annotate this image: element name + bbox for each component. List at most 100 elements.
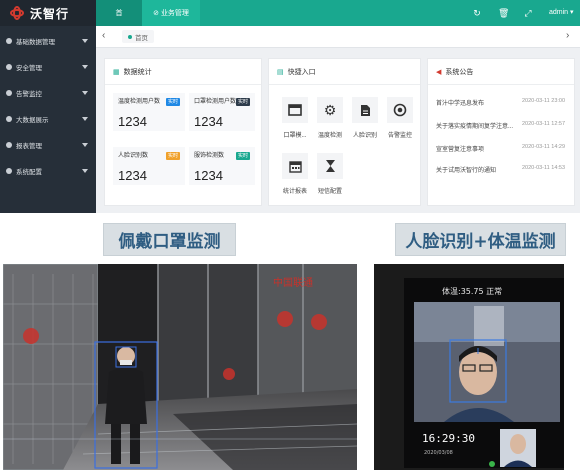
brand-name: 沃智行 — [30, 6, 70, 21]
date-readout: 2020/03/08 — [424, 450, 453, 456]
chevron-down-icon — [82, 169, 88, 173]
chevron-down-icon: ▾ — [570, 9, 574, 16]
sidebar-item-label: 大数据展示 — [16, 117, 49, 124]
quick-alarm[interactable]: 告警监控 — [380, 97, 420, 145]
breadcrumb[interactable]: 首页 — [122, 30, 154, 43]
tab-home-label: 首 — [115, 10, 123, 17]
breadcrumb-home: 首页 — [135, 34, 148, 42]
showcase-area: 佩戴口罩监测 人脸识别+体温监测 中国联通 体温:35.75 正常 16:29:… — [0, 213, 580, 471]
menu-dot-icon — [6, 116, 12, 122]
menu-dot-icon — [6, 168, 12, 174]
sidebar-item-label: 告警监控 — [16, 91, 42, 98]
brand-area[interactable]: 沃智行 — [0, 0, 96, 26]
notice-text: 关于落实疫情期间复学注意... — [436, 124, 514, 130]
temp-readout: 体温:35.75 正常 — [442, 286, 502, 296]
notice-text: 宣室营复注意事项 — [436, 147, 485, 153]
notice-text: 关于试用沃智行的通知 — [436, 168, 497, 174]
stat-clothing[interactable]: 服饰检测数 实时 1234 — [189, 147, 255, 185]
quick-entry-card: ▤ 快捷入口 口罩模... ⚙ 温度检测 人脸识别 告警监控 统计报表 短信配置 — [268, 58, 421, 206]
face-caption-text: 人脸识别+体温监测 — [405, 232, 556, 252]
status-dot-icon — [128, 34, 132, 39]
quick-label: 短信配置 — [317, 189, 342, 195]
sidebar-item-label: 系统配置 — [16, 169, 42, 176]
sidebar-item-system[interactable]: 系统配置 — [0, 158, 96, 184]
top-bar: 首 ⊘ 业务管理 ↻ 🗑 ⤢ admin ▾ — [96, 0, 580, 26]
fullscreen-icon[interactable]: ⤢ — [523, 8, 533, 18]
stat-mask[interactable]: 口罩检测用户数 实时 1234 — [189, 93, 255, 131]
menu-dot-icon — [6, 38, 12, 44]
stats-card: ▦ 数据统计 温度检测用户数 实时 1234 口罩检测用户数 实时 1234 人… — [104, 58, 262, 206]
calendar-icon — [282, 153, 308, 179]
notice-item[interactable]: 关于落实疫情期间复学注意... 2020-03-11 12:57 — [436, 121, 566, 130]
mask-caption-text: 佩戴口罩监测 — [118, 232, 221, 252]
stat-value: 1234 — [118, 114, 147, 129]
grid-icon: ▤ — [277, 68, 284, 76]
notice-card-title: 系统公告 — [445, 68, 474, 76]
chevron-down-icon — [82, 91, 88, 95]
stat-label: 服饰检测数 — [194, 153, 225, 159]
status-badge: 实时 — [165, 152, 180, 160]
notice-item[interactable]: 首汁中学迅息发布 2020-03-11 23:00 — [436, 98, 566, 107]
admin-panel: 沃智行 首 ⊘ 业务管理 ↻ 🗑 ⤢ admin ▾ 基础数据管理 安全管理 告… — [0, 0, 580, 213]
sidebar-item-label: 报表管理 — [16, 143, 42, 150]
chevron-down-icon — [82, 117, 88, 121]
stats-card-header: ▦ 数据统计 — [105, 59, 261, 85]
sidebar-item-reports[interactable]: 报表管理 — [0, 132, 96, 158]
notice-card: ◀ 系统公告 首汁中学迅息发布 2020-03-11 23:00 关于落实疫情期… — [427, 58, 575, 206]
menu-dot-icon — [6, 90, 12, 96]
face-terminal-graphic: 体温:35.75 正常 16:29:30 2020/03/08 — [374, 264, 564, 470]
delete-icon[interactable]: 🗑 — [498, 8, 509, 18]
document-icon — [352, 97, 378, 123]
sidebar-item-alarm[interactable]: 告警监控 — [0, 80, 96, 106]
chart-icon: ▦ — [113, 68, 120, 76]
chevron-left-icon[interactable]: ‹ — [102, 30, 105, 41]
stat-temperature[interactable]: 温度检测用户数 实时 1234 — [113, 93, 185, 131]
notice-date: 2020-03-11 14:53 — [522, 165, 566, 171]
status-badge: 实时 — [235, 152, 250, 160]
stat-value: 1234 — [194, 168, 223, 183]
camera-scene-graphic: 中国联通 — [3, 264, 357, 470]
refresh-icon[interactable]: ↻ — [472, 8, 482, 18]
sidebar-item-security[interactable]: 安全管理 — [0, 54, 96, 80]
stat-face[interactable]: 人脸识别数 实时 1234 — [113, 147, 185, 185]
hourglass-icon — [317, 153, 343, 179]
stat-value: 1234 — [118, 168, 147, 183]
megaphone-icon: ◀ — [436, 68, 442, 76]
mask-caption: 佩戴口罩监测 — [103, 223, 236, 256]
chevron-down-icon — [82, 65, 88, 69]
sidebar-item-label: 基础数据管理 — [16, 39, 55, 46]
user-name: admin — [549, 9, 569, 16]
sidebar-item-bigdata[interactable]: 大数据展示 — [0, 106, 96, 132]
stat-value: 1234 — [194, 114, 223, 129]
quick-entry-title: 快捷入口 — [287, 68, 316, 76]
notice-text: 首汁中学迅息发布 — [436, 101, 485, 107]
notice-card-header: ◀ 系统公告 — [428, 59, 574, 85]
camera-scene-image: 中国联通 — [3, 264, 357, 470]
stats-card-title: 数据统计 — [123, 68, 152, 76]
chevron-down-icon — [82, 143, 88, 147]
quick-sms[interactable]: 短信配置 — [310, 153, 350, 201]
notice-item[interactable]: 关于试用沃智行的通知 2020-03-11 14:53 — [436, 165, 566, 174]
face-terminal-image: 体温:35.75 正常 16:29:30 2020/03/08 — [374, 264, 564, 470]
notice-item[interactable]: 宣室营复注意事项 2020-03-11 14:29 — [436, 144, 566, 153]
time-readout: 16:29:30 — [422, 432, 475, 445]
business-icon: ⊘ — [153, 10, 159, 17]
user-menu[interactable]: admin ▾ — [549, 8, 574, 16]
tab-business-label: 业务管理 — [160, 10, 189, 17]
svg-text:中国联通: 中国联通 — [273, 276, 313, 289]
quick-label: 告警监控 — [387, 133, 412, 139]
sidebar-item-basic-data[interactable]: 基础数据管理 — [0, 28, 96, 54]
sidebar-item-label: 安全管理 — [16, 65, 42, 72]
gears-icon: ⚙ — [317, 97, 343, 123]
window-icon — [282, 97, 308, 123]
notice-date: 2020-03-11 14:29 — [522, 144, 566, 150]
quick-entry-header: ▤ 快捷入口 — [269, 59, 420, 85]
notice-date: 2020-03-11 23:00 — [522, 98, 566, 104]
breadcrumb-bar: ‹ 首页 › — [96, 26, 580, 48]
tab-business[interactable]: ⊘ 业务管理 — [142, 0, 200, 26]
sidebar: 基础数据管理 安全管理 告警监控 大数据展示 报表管理 系统配置 — [0, 26, 96, 213]
tab-home[interactable]: 首 — [96, 0, 142, 26]
chevron-right-icon[interactable]: › — [566, 30, 569, 41]
target-icon — [387, 97, 413, 123]
notice-date: 2020-03-11 12:57 — [522, 121, 566, 127]
